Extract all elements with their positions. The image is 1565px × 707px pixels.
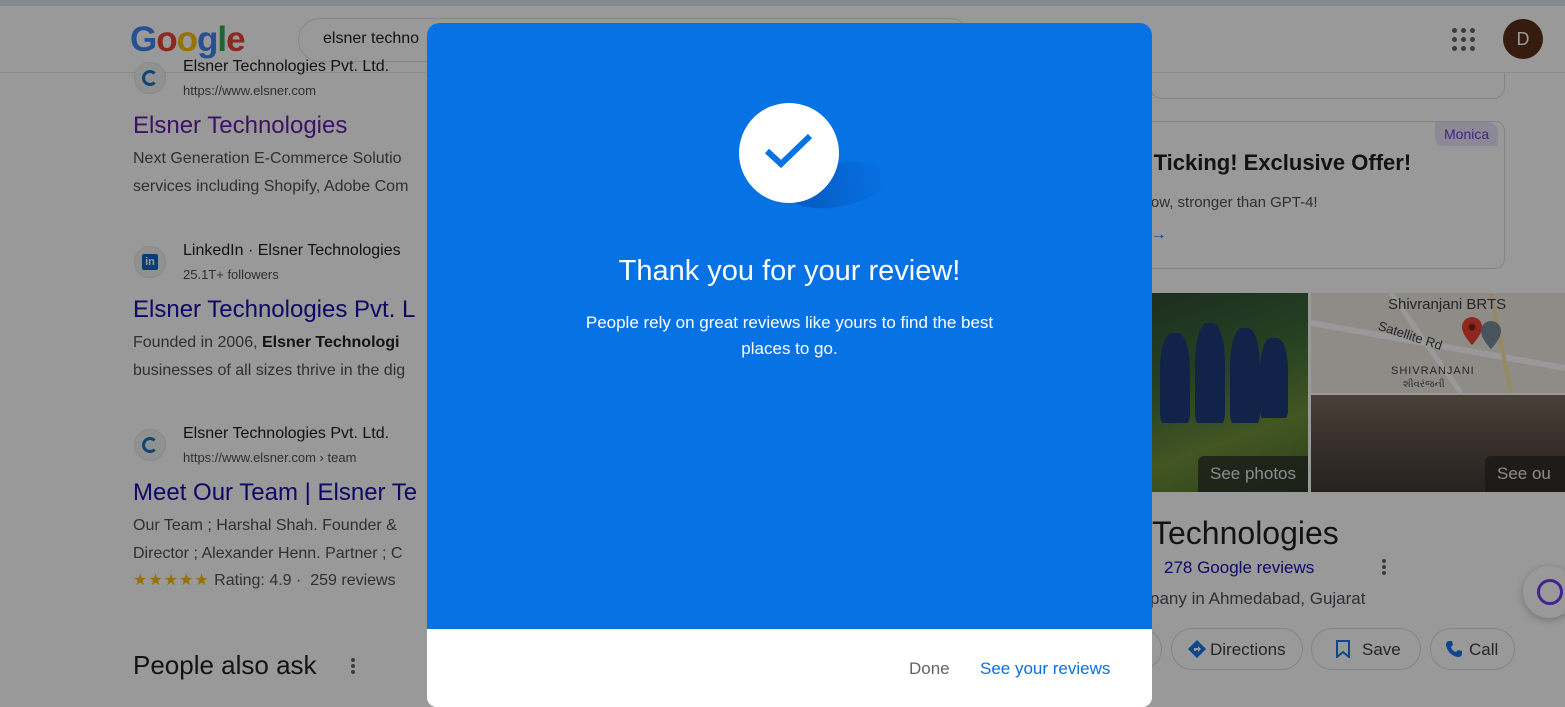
dialog-hero: Thank you for your review! People rely o… [427,23,1152,629]
checkmark-icon [739,103,839,203]
dialog-title: Thank you for your review! [618,255,961,287]
review-thanks-dialog: Thank you for your review! People rely o… [427,23,1152,707]
done-button[interactable]: Done [909,659,950,679]
see-your-reviews-button[interactable]: See your reviews [980,659,1110,679]
dialog-actions: Done See your reviews [427,629,1152,707]
dialog-body: People rely on great reviews like yours … [585,313,994,358]
